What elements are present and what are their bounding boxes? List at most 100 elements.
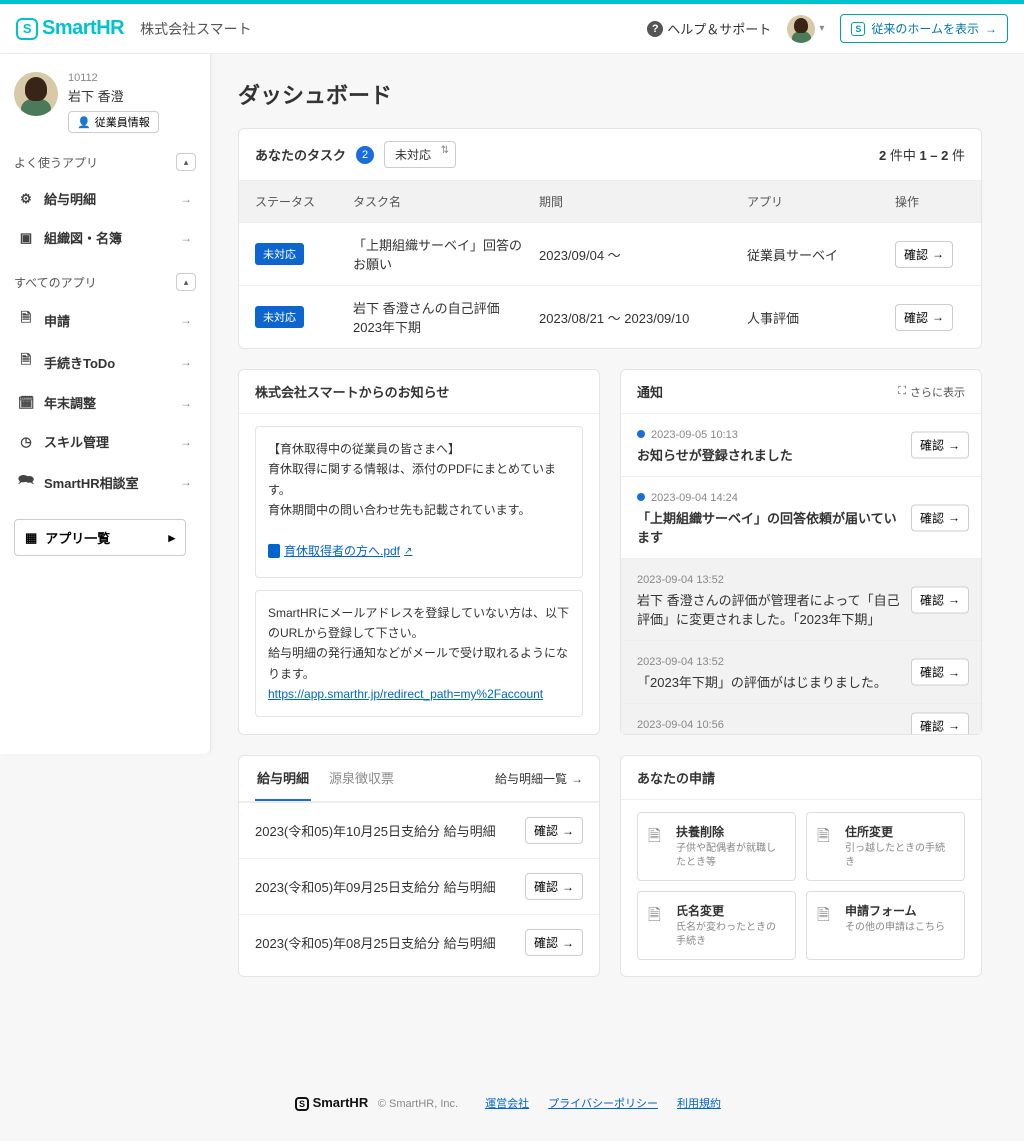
expand-notifications[interactable]: ⛶ さらに表示	[898, 384, 965, 400]
app-icon: 🗪	[18, 471, 34, 493]
sidebar-item[interactable]: 🗓年末調整→	[14, 383, 196, 422]
notification-date: 2023-09-04 10:56	[637, 719, 724, 731]
payslip-label: 2023(令和05)年08月25日支給分 給与明細	[255, 933, 496, 952]
arrow-right-icon: →	[180, 475, 192, 489]
payslip-row: 2023(令和05)年10月25日支給分 給与明細 確認 →	[239, 802, 599, 858]
confirm-button[interactable]: 確認 →	[911, 712, 969, 734]
register-url-link[interactable]: https://app.smarthr.jp/redirect_path=my%…	[268, 687, 543, 701]
notification-item[interactable]: 2023-09-04 14:24「上期組織サーベイ」の回答依頼が届いています確認…	[621, 477, 981, 559]
confirm-button[interactable]: 確認 →	[911, 432, 969, 459]
notification-item[interactable]: 2023-09-05 10:13お知らせが登録されました確認 →	[621, 414, 981, 477]
notification-item[interactable]: 2023-09-04 13:52岩下 香澄さんの評価が管理者によって「自己評価」…	[621, 559, 981, 641]
sidebar-item-label: スキル管理	[44, 432, 109, 451]
user-menu[interactable]: ▾	[787, 15, 824, 43]
notification-date: 2023-09-05 10:13	[651, 429, 738, 441]
request-card[interactable]: 🗎申請フォームその他の申請はこちら	[806, 891, 965, 960]
task-app: 従業員サーベイ	[747, 245, 887, 264]
confirm-button[interactable]: 確認 →	[911, 586, 969, 613]
user-name: 岩下 香澄	[68, 86, 159, 105]
footer-link-terms[interactable]: 利用規約	[677, 1098, 721, 1110]
footer-link-privacy[interactable]: プライバシーポリシー	[548, 1098, 658, 1110]
sidebar-item-label: 組織図・名簿	[44, 228, 122, 247]
request-card[interactable]: 🗎扶養削除子供や配偶者が就職したとき等	[637, 812, 796, 881]
sidebar-item[interactable]: 🗪 SmartHR相談室 →	[14, 461, 196, 503]
news-card: 株式会社スマートからのお知らせ 【育休取得中の従業員の皆さまへ】 育休取得に関す…	[238, 369, 600, 735]
notification-item[interactable]: 2023-09-04 13:52「2023年下期」の評価がはじまりました。確認 …	[621, 641, 981, 704]
brand-text: SmartHR	[42, 17, 124, 40]
request-desc: 引っ越したときの手続き	[845, 842, 954, 870]
copyright: © SmartHR, Inc.	[378, 1098, 458, 1110]
task-period: 2023/09/04 〜	[539, 245, 739, 264]
sidebar-item[interactable]: ◷スキル管理→	[14, 422, 196, 461]
sidebar-item[interactable]: ⚙ 給与明細 →	[14, 179, 196, 218]
arrow-right-icon: →	[948, 665, 960, 679]
payslip-label: 2023(令和05)年09月25日支給分 給与明細	[255, 877, 496, 896]
payslip-label: 2023(令和05)年10月25日支給分 給与明細	[255, 821, 496, 840]
request-card[interactable]: 🗎住所変更引っ越したときの手続き	[806, 812, 965, 881]
task-pagination-text: 2 件中 1 – 2 件	[879, 145, 965, 164]
app-icon: ⚙	[18, 191, 34, 207]
page-title: ダッシュボード	[238, 78, 982, 110]
company-name: 株式会社スマート	[140, 19, 252, 39]
sidebar-item-label: 給与明細	[44, 189, 96, 208]
arrow-right-icon: →	[571, 772, 583, 786]
tab-payslip[interactable]: 給与明細	[255, 756, 311, 801]
sidebar-item-label: SmartHR相談室	[44, 473, 139, 492]
task-filter-select[interactable]: 未対応	[384, 141, 456, 168]
request-card[interactable]: 🗎氏名変更氏名が変わったときの手続き	[637, 891, 796, 960]
sidebar-item[interactable]: ▣組織図・名簿→	[14, 218, 196, 257]
confirm-button[interactable]: 確認 →	[911, 504, 969, 531]
arrow-right-icon: →	[948, 719, 960, 733]
expand-icon: ⛶	[898, 385, 906, 398]
pdf-link[interactable]: 育休取得者の方へ.pdf ↗	[268, 541, 412, 561]
payslip-row: 2023(令和05)年08月25日支給分 給与明細 確認 →	[239, 914, 599, 970]
collapse-toggle[interactable]: ▴	[176, 153, 196, 171]
grid-icon: ▦	[25, 530, 37, 546]
task-row: 未対応「上期組織サーベイ」回答のお願い2023/09/04 〜従業員サーベイ確認…	[239, 223, 981, 285]
notifications-title: 通知	[637, 382, 663, 401]
footer-link-company[interactable]: 運営会社	[485, 1098, 529, 1110]
classic-home-button[interactable]: S 従来のホームを表示 →	[840, 14, 1008, 43]
home-icon: S	[851, 22, 865, 36]
arrow-right-icon: →	[948, 593, 960, 607]
tasks-card: あなたのタスク 2 未対応 2 件中 1 – 2 件 ステータス タスク名 期間…	[238, 128, 982, 349]
footer: S SmartHR © SmartHR, Inc. 運営会社 プライバシーポリシ…	[0, 1077, 1024, 1141]
sidebar: 10112 岩下 香澄 👤 従業員情報 よく使うアプリ ▴ ⚙給与明細→▣組織図…	[0, 54, 210, 754]
arrow-right-icon: →	[562, 936, 574, 950]
confirm-button[interactable]: 確認 →	[895, 241, 953, 268]
news-title: 株式会社スマートからのお知らせ	[255, 382, 449, 401]
arrow-right-icon: →	[180, 396, 192, 410]
arrow-right-icon: →	[180, 192, 192, 206]
employee-info-button[interactable]: 👤 従業員情報	[68, 111, 159, 133]
request-title: 申請フォーム	[845, 902, 945, 919]
sidebar-item[interactable]: 🗎手続きToDo→	[14, 341, 196, 383]
file-icon	[268, 544, 280, 558]
app-list-button[interactable]: ▦アプリ一覧 ▸	[14, 519, 186, 556]
sidebar-item-label: 年末調整	[44, 393, 96, 412]
confirm-button[interactable]: 確認 →	[525, 817, 583, 844]
task-name: 「上期組織サーベイ」回答のお願い	[353, 235, 531, 273]
user-block: 10112 岩下 香澄 👤 従業員情報	[14, 72, 196, 133]
confirm-button[interactable]: 確認 →	[895, 304, 953, 331]
app-icon: ◷	[18, 434, 34, 450]
collapse-toggle[interactable]: ▴	[176, 273, 196, 291]
footer-logo: S SmartHR	[295, 1095, 372, 1110]
confirm-button[interactable]: 確認 →	[525, 929, 583, 956]
confirm-button[interactable]: 確認 →	[911, 659, 969, 686]
payslip-list-link[interactable]: 給与明細一覧 →	[495, 770, 583, 787]
task-row: 未対応岩下 香澄さんの自己評価 2023年下期2023/08/21 〜 2023…	[239, 285, 981, 348]
arrow-right-icon: →	[948, 511, 960, 525]
confirm-button[interactable]: 確認 →	[525, 873, 583, 900]
task-name: 岩下 香澄さんの自己評価 2023年下期	[353, 298, 531, 336]
sidebar-item[interactable]: 🗎申請→	[14, 299, 196, 341]
logo[interactable]: S SmartHR	[16, 17, 124, 40]
task-count-badge: 2	[356, 146, 374, 164]
help-support-link[interactable]: ? ヘルプ＆サポート	[647, 19, 771, 38]
help-icon: ?	[647, 21, 663, 37]
tab-withholding[interactable]: 源泉徴収票	[327, 756, 396, 801]
sidebar-item-label: 申請	[44, 311, 70, 330]
notification-item[interactable]: 2023-09-04 10:56 確認 →	[621, 704, 981, 734]
arrow-right-icon: →	[180, 313, 192, 327]
all-apps-title: すべてのアプリ	[14, 274, 97, 291]
app-icon: 🗎	[18, 351, 34, 373]
